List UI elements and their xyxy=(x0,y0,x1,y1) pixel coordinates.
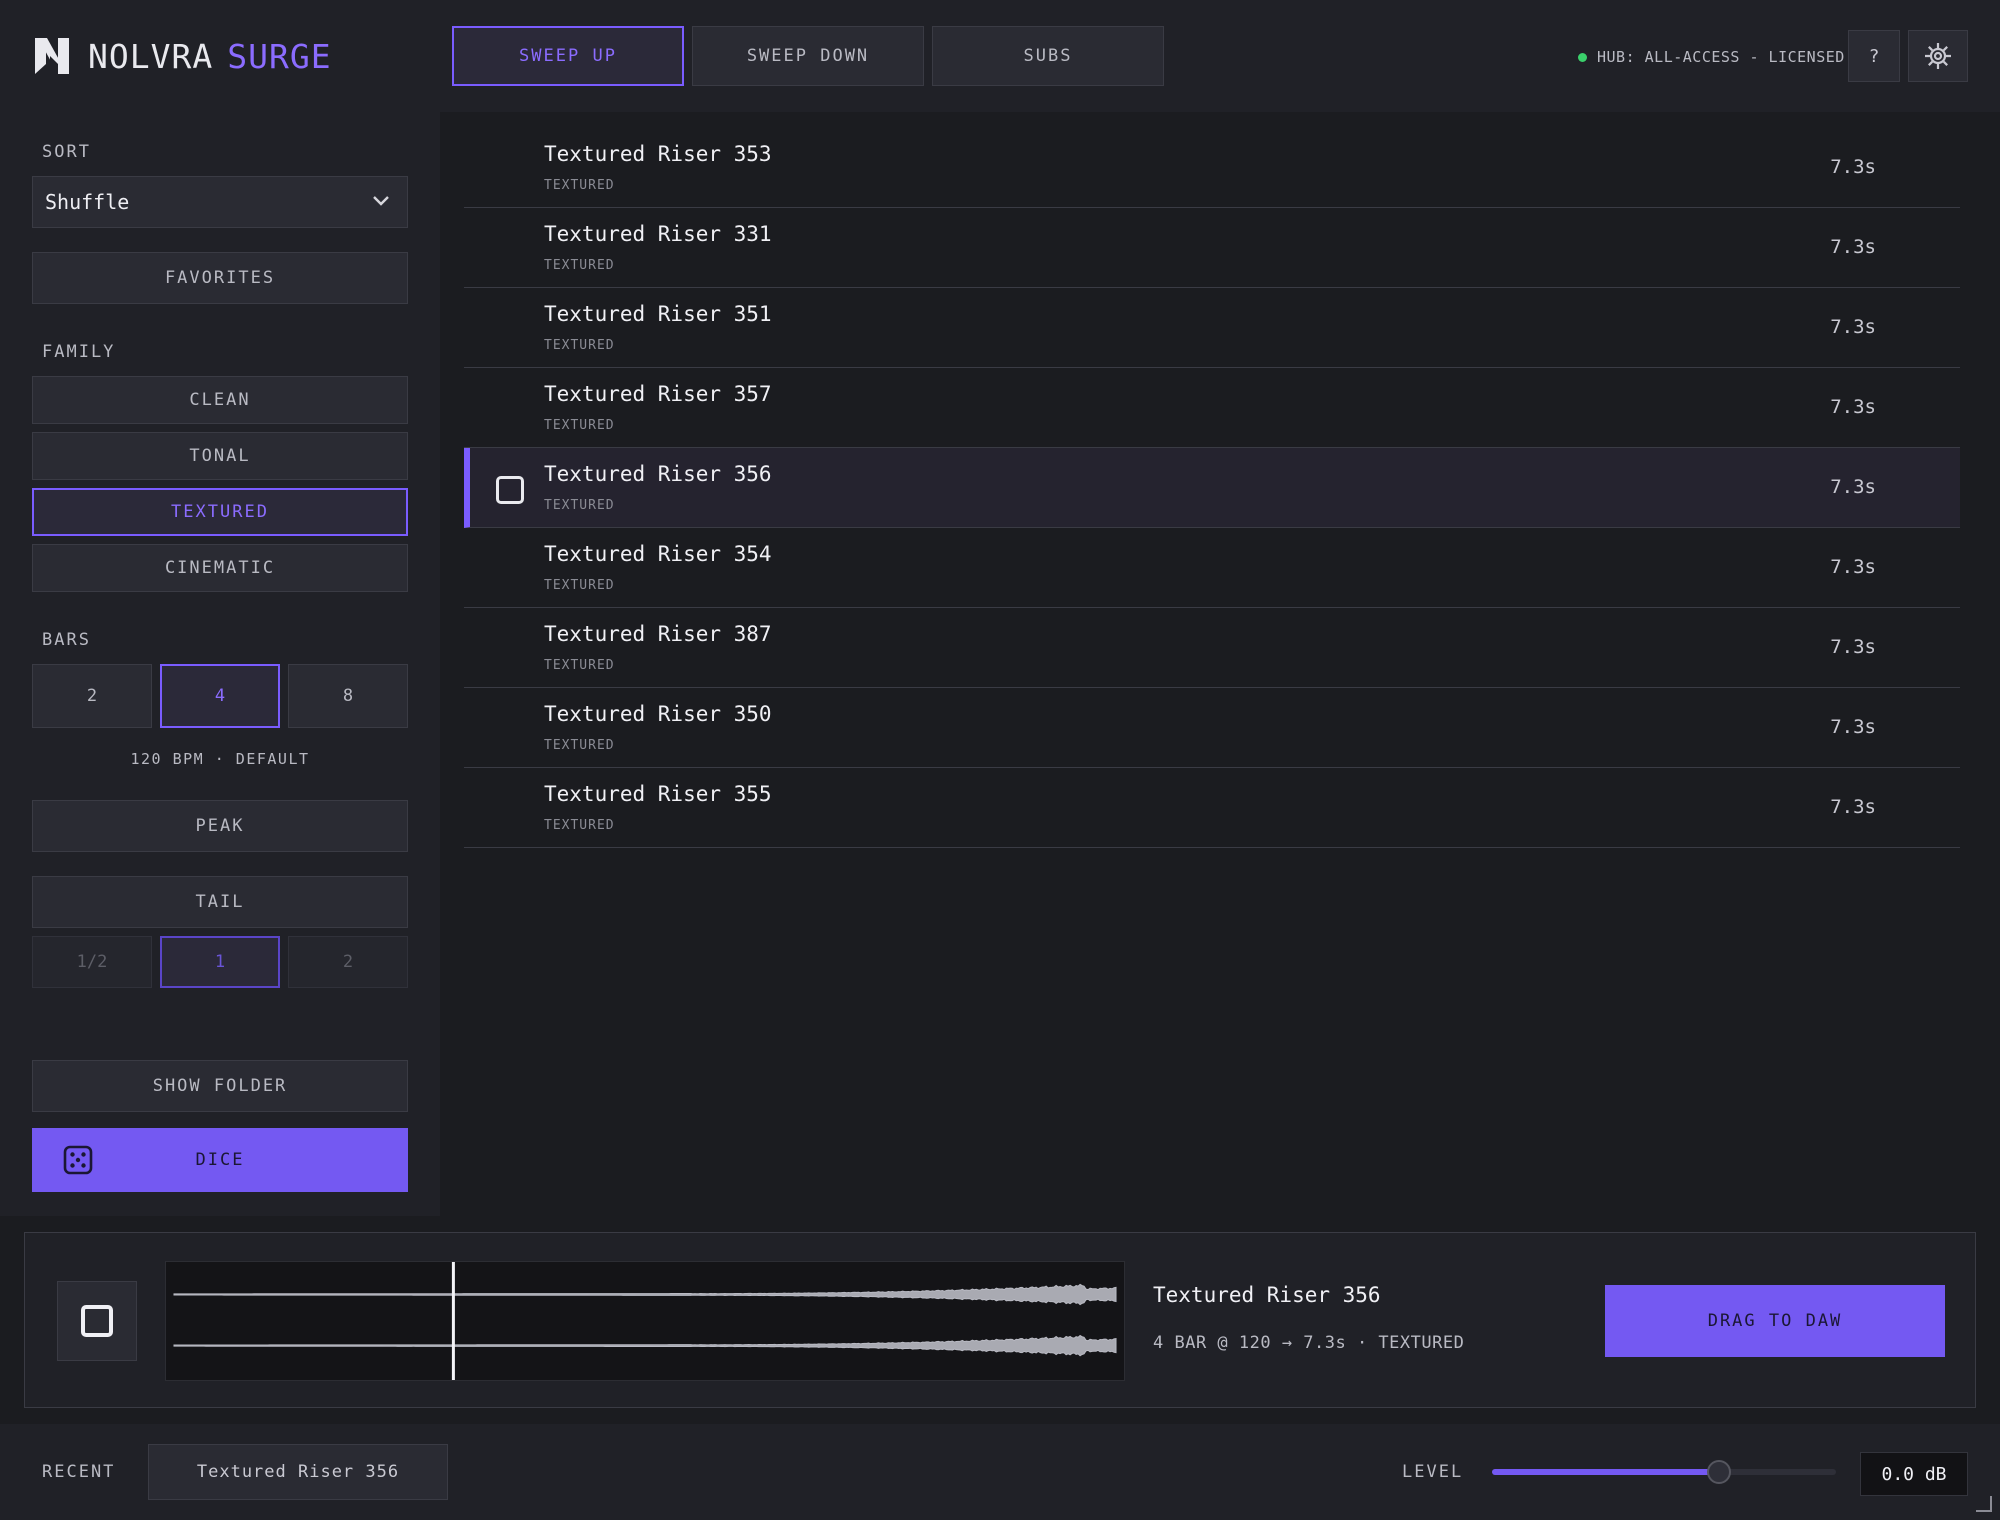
sidebar: SORT Shuffle FAVORITES FAMILY CLEAN TONA… xyxy=(0,112,440,1216)
sample-name: Textured Riser 355 xyxy=(544,782,772,806)
sort-select[interactable]: Shuffle xyxy=(32,176,408,228)
waveform-graphic xyxy=(173,1262,1117,1380)
list-item[interactable]: Textured Riser 354 TEXTURED 7.3s xyxy=(464,528,1960,608)
show-folder-button[interactable]: SHOW FOLDER xyxy=(32,1060,408,1112)
brand-name: NOLVRA SURGE xyxy=(88,36,332,76)
footer-bar: RECENT Textured Riser 356 LEVEL 0.0 dB xyxy=(0,1424,2000,1520)
list-item[interactable]: Textured Riser 355 TEXTURED 7.3s xyxy=(464,768,1960,848)
sample-tag: TEXTURED xyxy=(544,178,615,193)
sample-duration: 7.3s xyxy=(1830,396,1876,418)
sample-tag: TEXTURED xyxy=(544,498,615,513)
level-label: LEVEL xyxy=(1402,1462,1464,1482)
sample-name: Textured Riser 354 xyxy=(544,542,772,566)
sort-label: SORT xyxy=(42,142,91,162)
sample-duration: 7.3s xyxy=(1830,716,1876,738)
drag-to-daw-button[interactable]: DRAG TO DAW xyxy=(1605,1285,1945,1357)
sample-tag: TEXTURED xyxy=(544,818,615,833)
sample-tag: TEXTURED xyxy=(544,258,615,273)
family-textured-button[interactable]: TEXTURED xyxy=(32,488,408,536)
waveform-display[interactable] xyxy=(165,1261,1125,1381)
dice-label: DICE xyxy=(195,1150,245,1170)
player-meta: 4 BAR @ 120 → 7.3s · TEXTURED xyxy=(1153,1333,1465,1353)
list-item[interactable]: Textured Riser 387 TEXTURED 7.3s xyxy=(464,608,1960,688)
list-item[interactable]: Textured Riser 351 TEXTURED 7.3s xyxy=(464,288,1960,368)
bars-4-button[interactable]: 4 xyxy=(160,664,280,728)
tail-half-button[interactable]: 1/2 xyxy=(32,936,152,988)
gear-icon xyxy=(1925,43,1951,69)
resize-handle-icon[interactable] xyxy=(1976,1496,1992,1512)
stop-icon[interactable] xyxy=(496,476,524,504)
sample-name: Textured Riser 387 xyxy=(544,622,772,646)
tab-sweep-up[interactable]: SWEEP UP xyxy=(452,26,684,86)
level-readout: 0.0 dB xyxy=(1860,1452,1968,1496)
favorites-button[interactable]: FAVORITES xyxy=(32,252,408,304)
family-label: FAMILY xyxy=(42,342,116,362)
sample-name: Textured Riser 351 xyxy=(544,302,772,326)
sample-list: Textured Riser 353 TEXTURED 7.3s Texture… xyxy=(464,128,1960,848)
bpm-note: 120 BPM · DEFAULT xyxy=(130,750,310,768)
list-item-selected[interactable]: Textured Riser 356 TEXTURED 7.3s xyxy=(464,448,1960,528)
sample-duration: 7.3s xyxy=(1830,556,1876,578)
tail-1-button[interactable]: 1 xyxy=(160,936,280,988)
sample-duration: 7.3s xyxy=(1830,636,1876,658)
sample-name: Textured Riser 353 xyxy=(544,142,772,166)
family-cinematic-button[interactable]: CINEMATIC xyxy=(32,544,408,592)
recent-item-button[interactable]: Textured Riser 356 xyxy=(148,1444,448,1500)
sample-duration: 7.3s xyxy=(1830,156,1876,178)
sample-duration: 7.3s xyxy=(1830,796,1876,818)
sample-name: Textured Riser 357 xyxy=(544,382,772,406)
sample-tag: TEXTURED xyxy=(544,738,615,753)
license-status: HUB: ALL-ACCESS - LICENSED xyxy=(1578,46,1845,68)
chevron-down-icon xyxy=(373,196,389,206)
list-item[interactable]: Textured Riser 353 TEXTURED 7.3s xyxy=(464,128,1960,208)
sample-name: Textured Riser 356 xyxy=(544,462,772,486)
settings-button[interactable] xyxy=(1908,30,1968,82)
list-item[interactable]: Textured Riser 357 TEXTURED 7.3s xyxy=(464,368,1960,448)
tail-button[interactable]: TAIL xyxy=(32,876,408,928)
sample-duration: 7.3s xyxy=(1830,236,1876,258)
help-button[interactable]: ? xyxy=(1848,30,1900,82)
nolvra-logo-icon xyxy=(35,38,69,74)
stop-button[interactable] xyxy=(57,1281,137,1361)
top-bar: NOLVRA SURGE SWEEP UP SWEEP DOWN SUBS HUB… xyxy=(0,0,2000,112)
family-tonal-button[interactable]: TONAL xyxy=(32,432,408,480)
sample-tag: TEXTURED xyxy=(544,578,615,593)
list-item[interactable]: Textured Riser 350 TEXTURED 7.3s xyxy=(464,688,1960,768)
sample-tag: TEXTURED xyxy=(544,658,615,673)
tab-subs[interactable]: SUBS xyxy=(932,26,1164,86)
bars-2-button[interactable]: 2 xyxy=(32,664,152,728)
dice-button[interactable]: DICE xyxy=(32,1128,408,1192)
family-clean-button[interactable]: CLEAN xyxy=(32,376,408,424)
sample-duration: 7.3s xyxy=(1830,476,1876,498)
bars-8-button[interactable]: 8 xyxy=(288,664,408,728)
peak-button[interactable]: PEAK xyxy=(32,800,408,852)
sort-value: Shuffle xyxy=(45,190,130,214)
sample-tag: TEXTURED xyxy=(544,418,615,433)
dice-icon xyxy=(63,1145,93,1175)
sample-tag: TEXTURED xyxy=(544,338,615,353)
recent-label: RECENT xyxy=(42,1462,116,1482)
level-slider[interactable] xyxy=(1492,1454,1836,1490)
bars-label: BARS xyxy=(42,630,91,650)
status-dot-icon xyxy=(1578,52,1587,62)
tail-2-button[interactable]: 2 xyxy=(288,936,408,988)
stop-icon xyxy=(81,1305,113,1337)
brand-logo: NOLVRA SURGE xyxy=(32,34,332,78)
sample-name: Textured Riser 350 xyxy=(544,702,772,726)
tab-sweep-down[interactable]: SWEEP DOWN xyxy=(692,26,924,86)
list-item[interactable]: Textured Riser 331 TEXTURED 7.3s xyxy=(464,208,1960,288)
level-slider-fill xyxy=(1492,1469,1720,1475)
player-title: Textured Riser 356 xyxy=(1153,1283,1381,1307)
product-name: SURGE xyxy=(227,36,332,76)
sample-name: Textured Riser 331 xyxy=(544,222,772,246)
level-slider-thumb[interactable] xyxy=(1707,1460,1732,1484)
license-text: HUB: ALL-ACCESS - LICENSED xyxy=(1597,48,1845,66)
sample-duration: 7.3s xyxy=(1830,316,1876,338)
player-panel: Textured Riser 356 4 BAR @ 120 → 7.3s · … xyxy=(24,1232,1976,1408)
